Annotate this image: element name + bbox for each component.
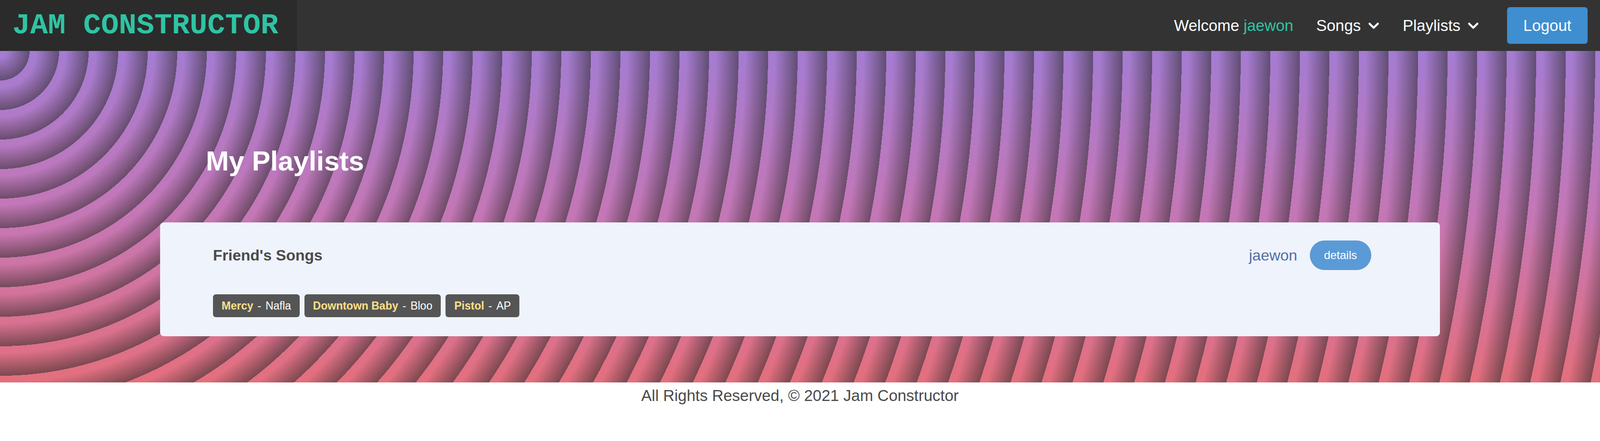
page-title: My Playlists: [160, 145, 1440, 177]
song-tag[interactable]: Mercy-Nafla: [212, 294, 300, 318]
nav-menu: Welcomejaewon Songs Playlists Logout: [1174, 0, 1600, 51]
nav-dropdown[interactable]: Songs: [1316, 13, 1380, 38]
song-artist: AP: [496, 297, 512, 315]
navbar: JAM CONSTRUCTOR Welcomejaewon Songs Playli…: [0, 0, 1600, 51]
details-button[interactable]: details: [1309, 240, 1372, 271]
logout-button[interactable]: Logout: [1507, 7, 1588, 44]
welcome-text: Welcome: [1174, 13, 1240, 38]
nav-dropdown[interactable]: Playlists: [1402, 13, 1480, 38]
playlist-meta: jaewon details: [1248, 240, 1372, 271]
hero: My Playlists Friend's Songs jaewon details…: [0, 50, 1600, 383]
playlist-list: Friend's SongsjaewondetailsMercy-NaflaDo…: [160, 222, 1440, 337]
footer: All Rights Reserved, © 2021 Jam Construc…: [0, 382, 1600, 406]
footer-text: All Rights Reserved, © 2021 Jam Construc…: [641, 386, 959, 405]
brand-logo[interactable]: JAM CONSTRUCTOR: [12, 10, 279, 41]
song-artist: Bloo: [410, 297, 433, 315]
song-artist: Nafla: [265, 297, 292, 315]
username[interactable]: jaewon: [1243, 13, 1294, 38]
playlist-header: Friend's Songs jaewon details: [212, 240, 1372, 271]
chevron-down-icon[interactable]: [1467, 19, 1480, 32]
chevron-down-icon[interactable]: [1367, 19, 1380, 32]
song-tag[interactable]: Downtown Baby-Bloo: [304, 294, 442, 318]
welcome: Welcomejaewon: [1174, 13, 1294, 38]
song-tags: Mercy-NaflaDowntown Baby-BlooPistol-AP: [212, 294, 1372, 318]
song-title: Mercy: [221, 297, 254, 315]
song-tag[interactable]: Pistol-AP: [445, 294, 520, 318]
playlist-name: Friend's Songs: [212, 243, 323, 267]
brand-box[interactable]: JAM CONSTRUCTOR: [0, 0, 297, 51]
nav-dropdown-label[interactable]: Songs: [1316, 13, 1361, 38]
separator: -: [488, 297, 493, 315]
song-title: Downtown Baby: [313, 297, 399, 315]
playlist-card: Friend's SongsjaewondetailsMercy-NaflaDo…: [160, 222, 1440, 337]
playlist-owner[interactable]: jaewon: [1248, 243, 1297, 267]
nav-dropdown-label[interactable]: Playlists: [1402, 13, 1461, 38]
song-title: Pistol: [454, 297, 485, 315]
separator: -: [257, 297, 262, 315]
separator: -: [402, 297, 407, 315]
